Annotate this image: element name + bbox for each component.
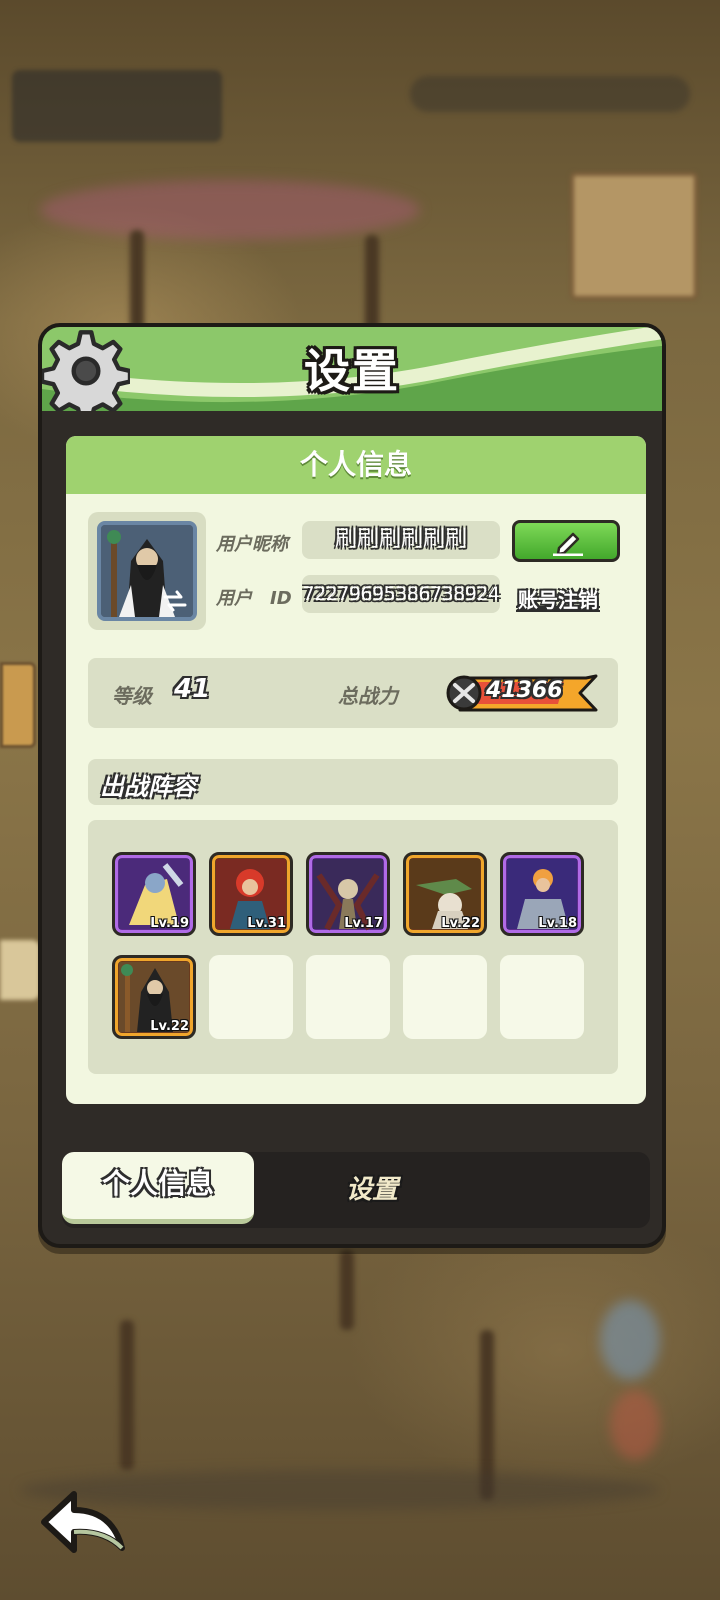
side-device-tab <box>0 662 36 748</box>
hero-slot-3[interactable]: Lv.17 <box>306 852 390 936</box>
hero-level: Lv.18 <box>538 916 577 931</box>
swap-icon <box>163 590 187 612</box>
avatar[interactable] <box>97 521 197 621</box>
panel-tab-bar: 个人信息 设置 <box>62 1152 650 1228</box>
stats-row: 等级 41 总战力 41366 <box>88 658 618 728</box>
nickname-field: 刷刷刷刷刷刷 <box>302 521 500 559</box>
panel-title: 设置 <box>304 344 400 398</box>
empty-slot[interactable] <box>500 955 584 1039</box>
user-id-label: 用户 ID <box>216 588 292 609</box>
hero-level: Lv.22 <box>150 1019 189 1034</box>
minimap-card <box>570 172 698 300</box>
empty-slot[interactable] <box>306 955 390 1039</box>
hero-level: Lv.17 <box>344 916 383 931</box>
hero-slot-5[interactable]: Lv.18 <box>500 852 584 936</box>
tab-profile[interactable]: 个人信息 <box>62 1152 254 1224</box>
pencil-icon <box>553 532 583 556</box>
profile-section-title: 个人信息 <box>66 436 646 494</box>
hero-portrait-row <box>40 180 420 240</box>
settings-panel: 设置 个人信息 用户昵称 刷刷刷刷刷刷 用户 ID 72279695386738… <box>38 323 666 1248</box>
lineup-header: 出战阵容 <box>88 759 618 805</box>
back-arrow-icon[interactable] <box>38 1488 128 1558</box>
empty-slot[interactable] <box>209 955 293 1039</box>
account-deregister-link[interactable]: 账号注销 <box>518 584 598 613</box>
hero-level: Lv.31 <box>247 916 286 931</box>
level-value: 41 <box>174 674 211 704</box>
power-label: 总战力 <box>338 684 398 708</box>
hero-level: Lv.22 <box>441 916 480 931</box>
edit-nickname-button[interactable] <box>512 520 620 562</box>
hero-slot-1[interactable]: Lv.19 <box>112 852 196 936</box>
side-panel-tab <box>0 940 40 1000</box>
empty-slot[interactable] <box>403 955 487 1039</box>
hero-slot-6[interactable]: Lv.22 <box>112 955 196 1039</box>
avatar-frame[interactable] <box>88 512 206 630</box>
panel-header: 设置 <box>42 327 662 411</box>
lineup-title: 出战阵容 <box>100 773 196 801</box>
hero-slot-4[interactable]: Lv.22 <box>403 852 487 936</box>
player-status-bar <box>12 70 222 142</box>
level-label: 等级 <box>112 684 152 708</box>
currency-bar <box>410 76 690 112</box>
hero-slot-2[interactable]: Lv.31 <box>209 852 293 936</box>
profile-card: 个人信息 用户昵称 刷刷刷刷刷刷 用户 ID 72279695386738924… <box>66 436 646 1104</box>
lineup-grid: Lv.19 Lv.31 Lv.17 Lv.22 Lv.18 Lv.22 <box>88 820 618 1074</box>
power-value: 41366 <box>486 678 563 703</box>
hero-level: Lv.19 <box>150 916 189 931</box>
nickname-label: 用户昵称 <box>216 534 288 555</box>
tab-settings[interactable]: 设置 <box>282 1152 462 1224</box>
user-id-field: 72279695386738924 <box>302 575 500 613</box>
